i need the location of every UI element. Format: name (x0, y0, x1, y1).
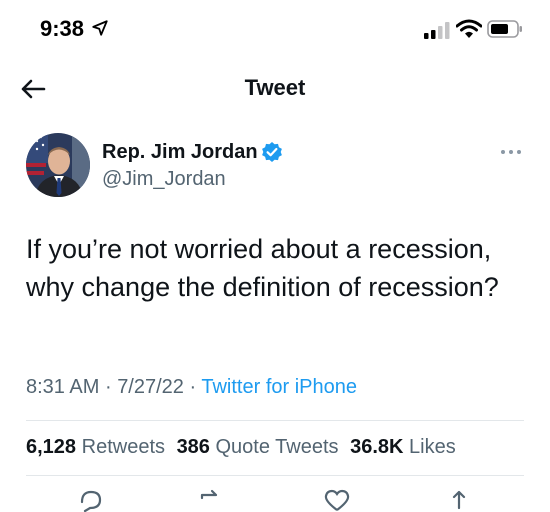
retweet-icon[interactable] (196, 488, 226, 512)
likes-stat[interactable]: 36.8K Likes (350, 436, 456, 458)
wifi-icon (456, 19, 482, 38)
retweets-stat[interactable]: 6,128 Retweets (26, 436, 165, 458)
quote-tweets-count: 386 (176, 436, 210, 458)
author-name[interactable]: Rep. Jim Jordan (102, 141, 258, 164)
retweets-count: 6,128 (26, 436, 77, 458)
status-time: 9:38 (40, 16, 85, 41)
avatar-image (26, 133, 90, 197)
divider (26, 475, 524, 476)
cellular-signal-icon (424, 22, 450, 39)
retweets-label: Retweets (81, 436, 165, 458)
verified-badge-icon (262, 142, 282, 162)
tweet-time: 8:31 AM (26, 376, 100, 398)
battery-icon (487, 20, 522, 38)
tweet-date: 7/27/22 (117, 376, 184, 398)
location-arrow-icon (92, 20, 108, 36)
avatar[interactable] (26, 133, 90, 197)
likes-count: 36.8K (350, 436, 404, 458)
tweet-stats: 6,128 Retweets 386 Quote Tweets 36.8K Li… (26, 436, 462, 459)
quote-tweets-stat[interactable]: 386 Quote Tweets (177, 436, 339, 458)
divider (26, 420, 524, 421)
quote-tweets-label: Quote Tweets (215, 436, 339, 458)
share-icon[interactable] (444, 488, 474, 512)
like-icon[interactable] (322, 488, 352, 512)
meta-separator: · (189, 376, 197, 398)
author-handle[interactable]: @Jim_Jordan (102, 168, 226, 191)
tweet-meta: 8:31 AM · 7/27/22 · Twitter for iPhone (26, 376, 357, 399)
tweet-source-link[interactable]: Twitter for iPhone (201, 376, 357, 398)
tweet-text: If you’re not worried about a recession,… (26, 234, 499, 302)
reply-icon[interactable] (76, 488, 106, 512)
likes-label: Likes (409, 436, 456, 458)
meta-separator: · (104, 376, 112, 398)
page-title: Tweet (244, 75, 306, 100)
more-options-icon[interactable] (500, 148, 522, 156)
status-bar: 9:38 (0, 0, 550, 60)
